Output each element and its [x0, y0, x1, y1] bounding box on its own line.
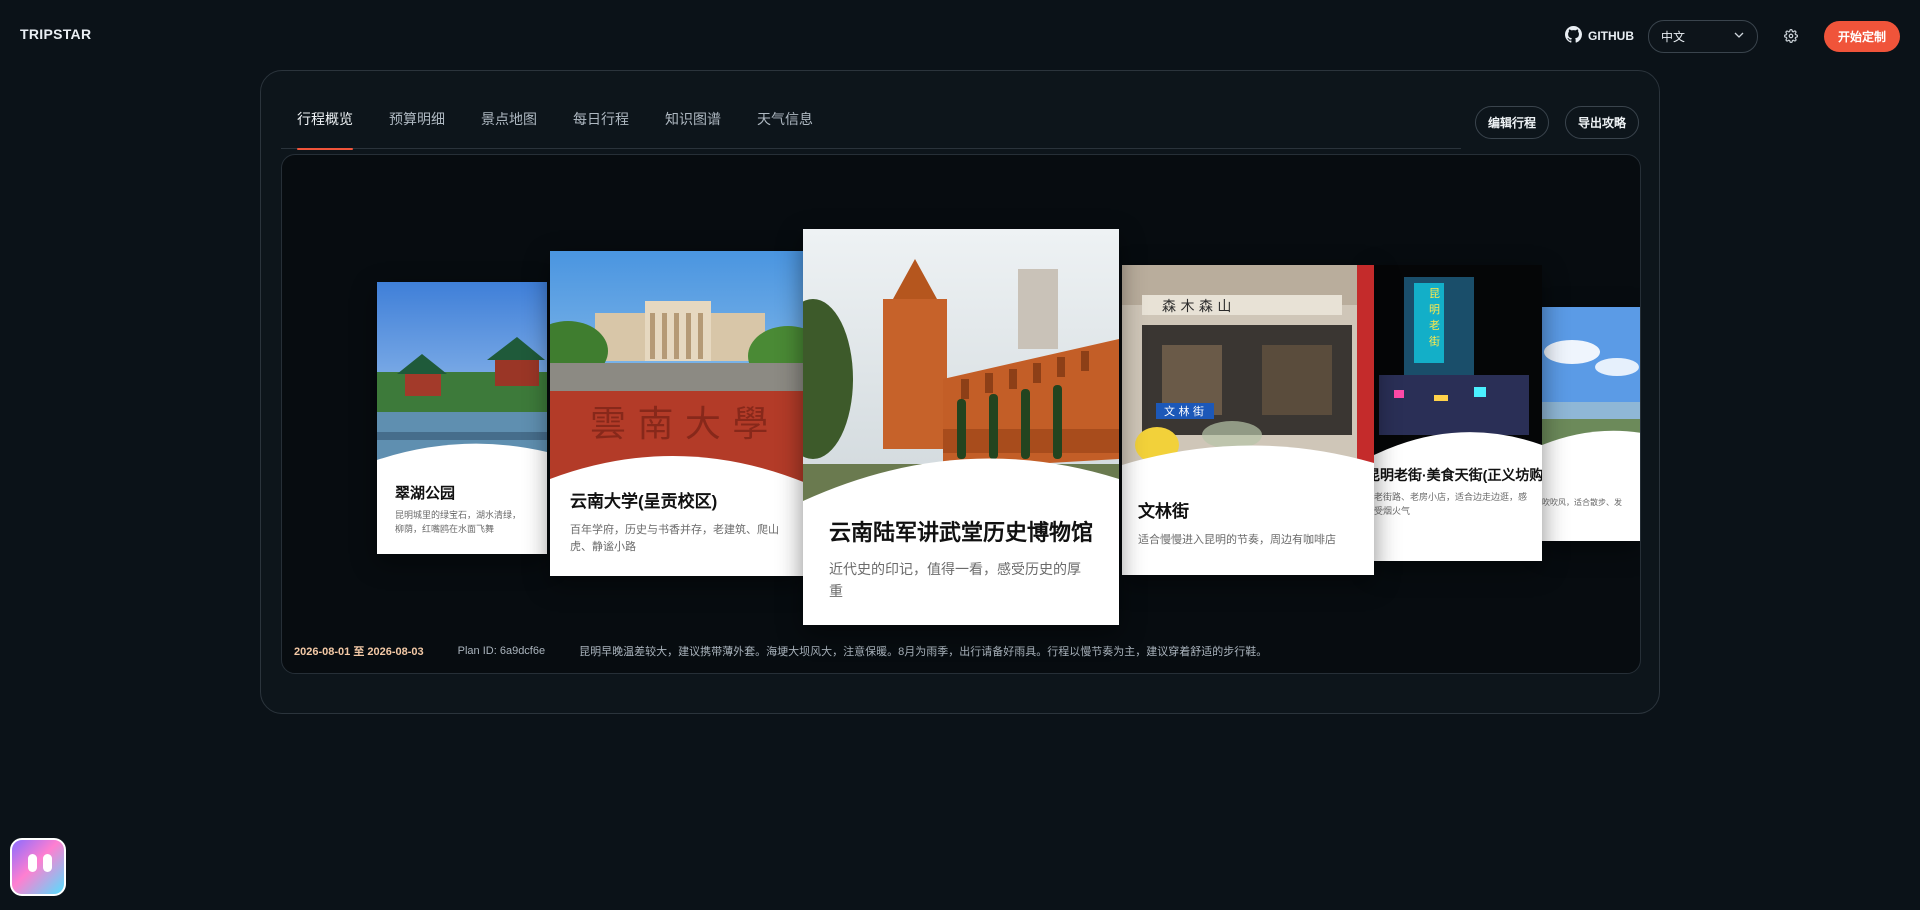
- carousel-card[interactable]: 昆 明 老 街 昆明老街·美食天街(正义坊购物 老街路、老房小店，适合边走边逛，…: [1374, 265, 1542, 561]
- itinerary-meta: 2026-08-01 至 2026-08-03 Plan ID: 6a9dcf6…: [294, 643, 1267, 659]
- card-title: 翠湖公园: [395, 485, 456, 502]
- svg-text:明: 明: [1429, 303, 1440, 316]
- github-label: GITHUB: [1587, 29, 1634, 43]
- chevron-down-icon: [1733, 29, 1745, 44]
- tab-daily[interactable]: 每日行程: [573, 103, 629, 149]
- top-bar: TRIPSTAR GITHUB 中文 开始定制: [0, 0, 1920, 70]
- card-description: 老街路、老房小店，适合边走边逛，感受烟火气: [1374, 492, 1528, 516]
- carousel-card[interactable]: 吹吹风，适合散步、发: [1542, 307, 1640, 541]
- card-title: 云南陆军讲武堂历史博物馆: [829, 520, 1094, 545]
- tab-map[interactable]: 景点地图: [481, 103, 537, 149]
- tab-bar: 行程概览 预算明细 景点地图 每日行程 知识图谱 天气信息: [281, 103, 1461, 150]
- tab-budget[interactable]: 预算明细: [389, 103, 445, 149]
- card-description: 近代史的印记，值得一看，感受历史的厚重: [829, 561, 1081, 599]
- card-description: 吹吹风，适合散步、发: [1542, 498, 1622, 507]
- travel-tip: 昆明早晚温差较大，建议携带薄外套。海埂大坝风大，注意保暖。8月为雨季，出行请备好…: [579, 646, 1268, 658]
- export-guide-button[interactable]: 导出攻略: [1564, 106, 1639, 139]
- card-description: 适合慢慢进入昆明的节奏，周边有咖啡店: [1138, 534, 1336, 546]
- assistant-eye-icon: [43, 854, 52, 872]
- carousel-card[interactable]: 翠湖公园 昆明城里的绿宝石，湖水清绿，柳荫，红嘴鸥在水面飞舞: [377, 282, 547, 554]
- language-value: 中文: [1660, 29, 1685, 44]
- edit-itinerary-button[interactable]: 编辑行程: [1474, 106, 1549, 139]
- carousel-card-active[interactable]: 云南陆军讲武堂历史博物馆 近代史的印记，值得一看，感受历史的厚重: [803, 229, 1119, 625]
- github-icon: [1564, 26, 1582, 46]
- card-image: 森 木 森 山 文 林 街: [1122, 265, 1374, 475]
- start-customize-button[interactable]: 开始定制: [1823, 20, 1900, 52]
- ai-assistant-button[interactable]: [10, 838, 66, 896]
- carousel-card[interactable]: 森 木 森 山 文 林 街 文林街 适合慢慢进入昆明的节奏，周边有咖啡店: [1122, 265, 1374, 575]
- svg-text:昆: 昆: [1429, 287, 1440, 300]
- svg-text:街: 街: [1429, 334, 1440, 348]
- carousel-card[interactable]: 雲 南 大 學 云南大学(呈贡校区) 百年学府，历史与书香并存，老建筑、爬山虎、…: [550, 251, 806, 576]
- settings-gear-icon[interactable]: [1782, 27, 1800, 45]
- top-actions: GITHUB 中文 开始定制: [1564, 19, 1900, 53]
- card-image: [1542, 307, 1640, 457]
- trip-dates: 2026-08-01 至 2026-08-03: [294, 646, 424, 658]
- tab-overview[interactable]: 行程概览: [297, 103, 353, 150]
- card-image: 昆 明 老 街: [1374, 265, 1542, 475]
- svg-text:雲 南 大 學: 雲 南 大 學: [590, 404, 768, 445]
- card-image: 雲 南 大 學: [550, 251, 806, 491]
- panel-actions: 编辑行程 导出攻略: [1474, 106, 1639, 139]
- plan-id: Plan ID: 6a9dcf6e: [457, 645, 546, 657]
- tab-weather[interactable]: 天气信息: [757, 103, 813, 149]
- tab-knowledge-graph[interactable]: 知识图谱: [665, 103, 721, 149]
- card-title: 文林街: [1138, 502, 1189, 521]
- svg-text:文 林 街: 文 林 街: [1164, 404, 1204, 418]
- card-description: 百年学府，历史与书香并存，老建筑、爬山虎、静谧小路: [570, 524, 779, 554]
- svg-text:森 木 森 山: 森 木 森 山: [1162, 299, 1231, 315]
- github-link[interactable]: GITHUB: [1564, 26, 1634, 46]
- card-description: 昆明城里的绿宝石，湖水清绿，柳荫，红嘴鸥在水面飞舞: [395, 510, 522, 534]
- card-title: 昆明老街·美食天街(正义坊购物: [1374, 467, 1542, 483]
- card-image: [377, 282, 547, 478]
- itinerary-panel: 行程概览 预算明细 景点地图 每日行程 知识图谱 天气信息 编辑行程 导出攻略: [260, 70, 1660, 714]
- svg-text:老: 老: [1429, 319, 1440, 332]
- language-select[interactable]: 中文: [1647, 19, 1758, 53]
- card-title: 云南大学(呈贡校区): [570, 492, 718, 511]
- assistant-eye-icon: [28, 854, 37, 872]
- card-image: [803, 229, 1119, 519]
- brand-logo[interactable]: TRIPSTAR: [20, 26, 91, 42]
- attraction-carousel: 翠湖公园 昆明城里的绿宝石，湖水清绿，柳荫，红嘴鸥在水面飞舞 吹吹风，适合散步、…: [281, 154, 1641, 674]
